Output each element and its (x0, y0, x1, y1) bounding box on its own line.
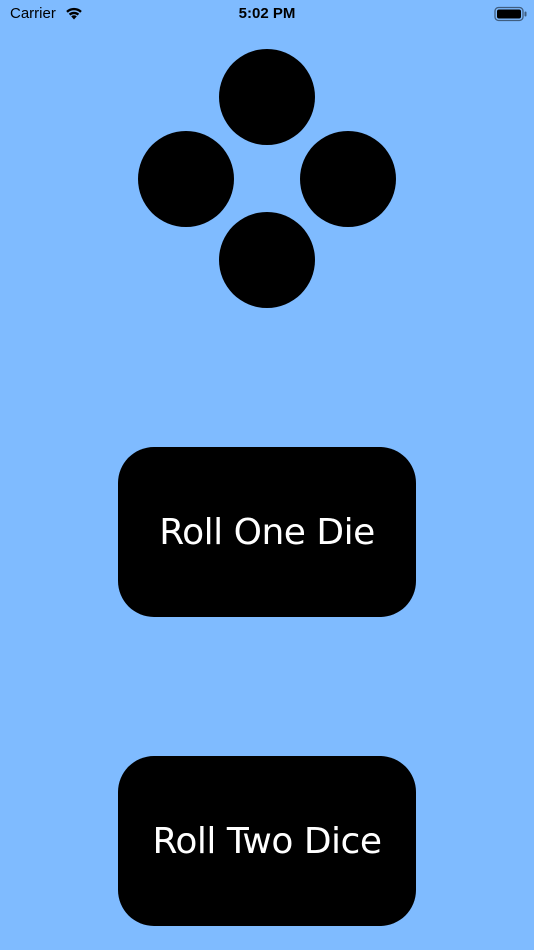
die-pip (300, 131, 396, 227)
roll-one-die-label: Roll One Die (159, 511, 375, 553)
roll-one-die-button[interactable]: Roll One Die (118, 447, 416, 617)
die-pip (138, 131, 234, 227)
app-screen: Carrier 5:02 PM Roll One Die Roll Two Di… (0, 0, 534, 950)
die-pip (219, 49, 315, 145)
die-pip (219, 212, 315, 308)
die-face (0, 0, 534, 330)
roll-two-dice-label: Roll Two Dice (152, 820, 382, 862)
roll-two-dice-button[interactable]: Roll Two Dice (118, 756, 416, 926)
